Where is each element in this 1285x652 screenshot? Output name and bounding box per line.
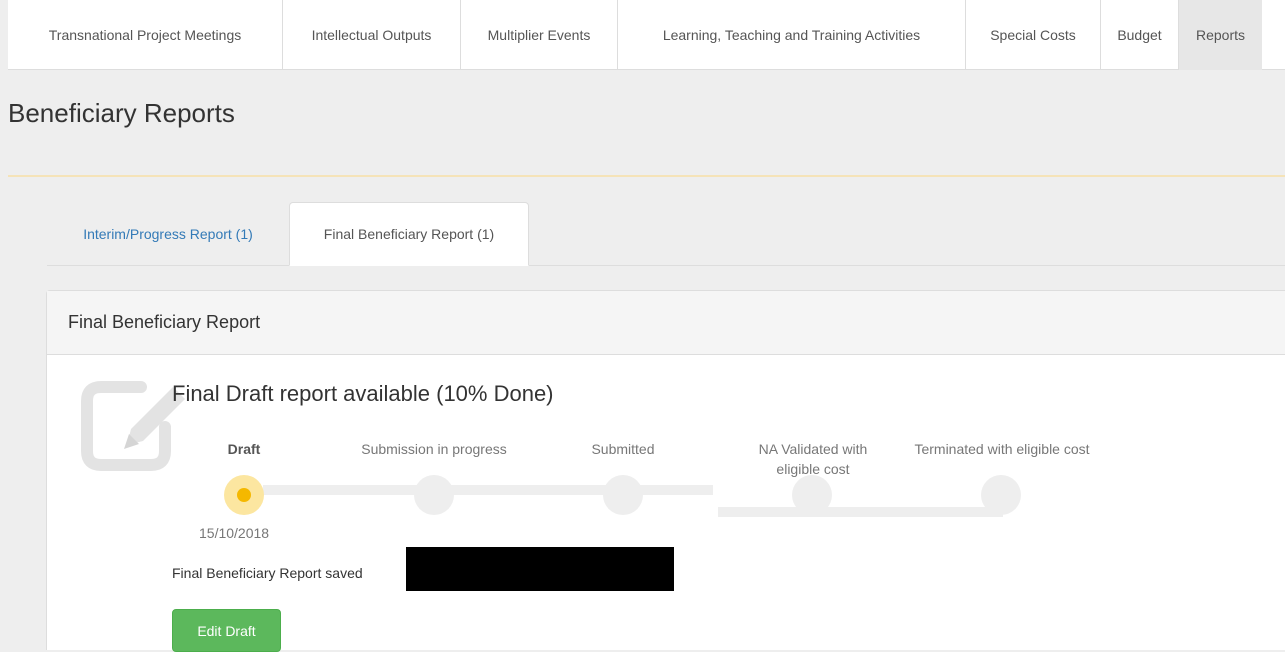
step-dot-submitted — [603, 475, 643, 515]
step-label-submitted: Submitted — [591, 441, 655, 457]
saved-status-text: Final Beneficiary Report saved — [172, 565, 363, 581]
tab-final-beneficiary-report[interactable]: Final Beneficiary Report (1) — [289, 202, 529, 266]
final-report-panel: Final Beneficiary Report Final Draft rep… — [46, 290, 1285, 652]
stepper-track-2 — [718, 507, 1003, 517]
draft-step-date: 15/10/2018 — [199, 525, 270, 541]
nav-special-costs[interactable]: Special Costs — [966, 0, 1101, 70]
report-tabs: Interim/Progress Report (1) Final Benefi… — [47, 202, 1285, 266]
redacted-block — [406, 547, 674, 591]
step-label-submission-in-progress: Submission in progress — [361, 441, 507, 457]
title-divider — [8, 175, 1285, 177]
nav-transnational-project-meetings[interactable]: Transnational Project Meetings — [8, 0, 283, 70]
nav-reports[interactable]: Reports — [1179, 0, 1262, 70]
step-label-draft: Draft — [227, 441, 261, 457]
top-navigation: Transnational Project Meetings Intellect… — [8, 0, 1285, 70]
step-dot-na-validated — [792, 475, 832, 515]
step-dot-submission-in-progress — [414, 475, 454, 515]
edit-draft-button[interactable]: Edit Draft — [172, 609, 281, 652]
stepper-track-1 — [263, 485, 713, 495]
nav-multiplier-events[interactable]: Multiplier Events — [461, 0, 618, 70]
page-title: Beneficiary Reports — [8, 98, 235, 128]
step-dot-terminated — [981, 475, 1021, 515]
tab-interim-progress-report[interactable]: Interim/Progress Report (1) — [47, 202, 289, 266]
report-status-stepper: Draft Submission in progress Submitted N… — [47, 291, 1147, 551]
step-dot-draft — [224, 475, 264, 515]
step-label-na-validated: NA Validated with eligible cost — [758, 441, 868, 477]
nav-intellectual-outputs[interactable]: Intellectual Outputs — [283, 0, 461, 70]
nav-budget[interactable]: Budget — [1101, 0, 1179, 70]
nav-learning-teaching-training[interactable]: Learning, Teaching and Training Activiti… — [618, 0, 966, 70]
step-label-terminated: Terminated with eligible cost — [914, 441, 1090, 457]
